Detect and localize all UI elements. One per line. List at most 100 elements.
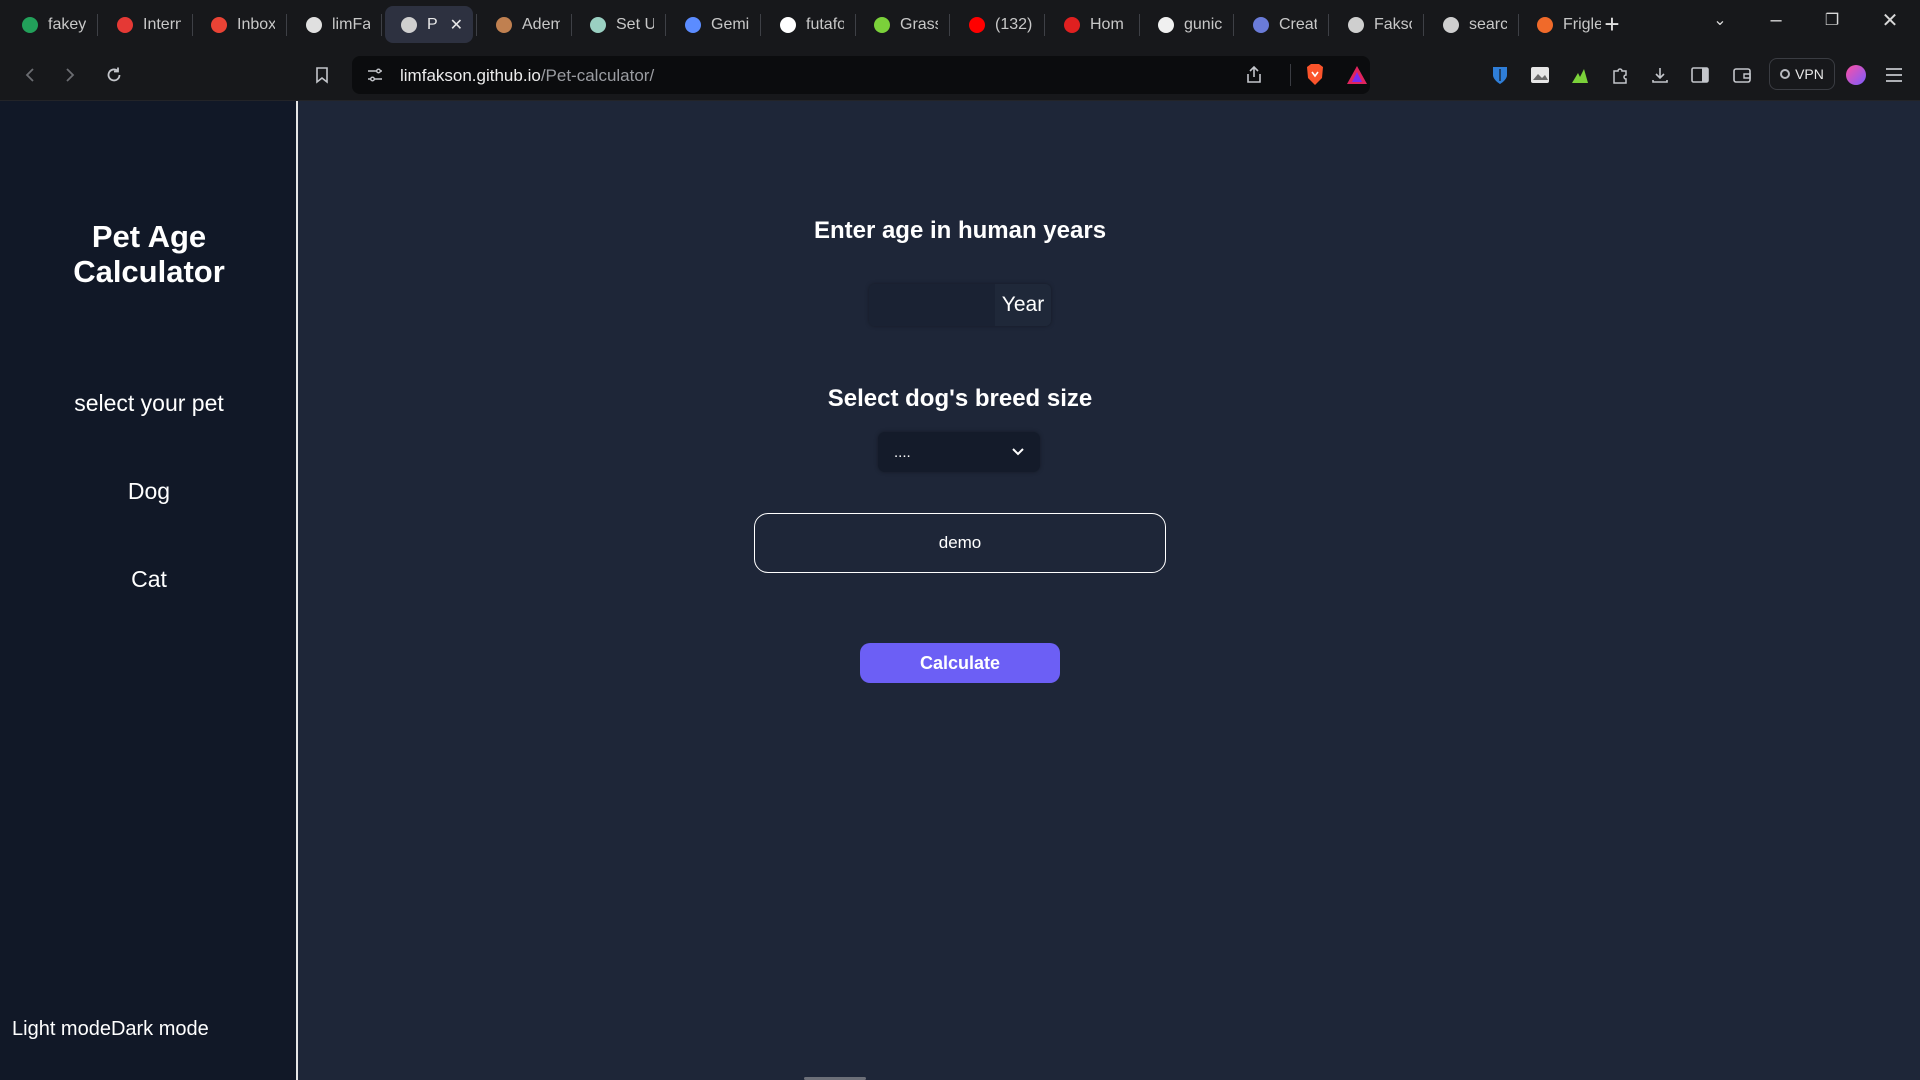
vpn-status-icon xyxy=(1780,69,1791,79)
age-heading: Enter age in human years xyxy=(813,217,1107,244)
tab-label: Gemi xyxy=(711,15,749,33)
tab-separator xyxy=(949,14,950,36)
tab-label: Hom xyxy=(1090,15,1124,33)
browser-tab[interactable]: Gemi xyxy=(669,6,757,43)
extensions-puzzle-icon[interactable] xyxy=(1606,61,1634,89)
breed-selected-value: .... xyxy=(894,443,911,461)
tab-separator xyxy=(855,14,856,36)
browser-tab[interactable]: futafo xyxy=(764,6,852,43)
new-tab-button[interactable]: + xyxy=(1598,9,1626,39)
avatar-icon xyxy=(1253,16,1269,33)
app-title-line1: Pet Age xyxy=(91,219,207,254)
tab-label: Set U xyxy=(616,15,654,33)
downloads-icon[interactable] xyxy=(1646,61,1674,89)
tab-separator xyxy=(97,14,98,36)
tab-list-dropdown-icon[interactable]: ⌄ xyxy=(1692,0,1748,40)
reload-button[interactable] xyxy=(100,61,128,89)
browser-tab[interactable]: Inbox xyxy=(195,6,283,43)
tab-separator xyxy=(1233,14,1234,36)
browser-tab[interactable]: Grass xyxy=(858,6,946,43)
tab-close-icon[interactable]: ✕ xyxy=(450,15,463,35)
tab-separator xyxy=(1044,14,1045,36)
app-title-line2: Calculator xyxy=(73,254,225,289)
browser-tab-strip: fakeyInternInboxlimFalP✕AdemSet UGemifut… xyxy=(0,0,1920,49)
forward-button[interactable] xyxy=(56,61,84,89)
brave-shields-icon[interactable] xyxy=(1304,63,1326,92)
red-arc-icon xyxy=(117,16,133,33)
grass-icon xyxy=(874,16,890,33)
tab-label: searc xyxy=(1469,15,1507,33)
web-page: Pet Age Calculator select your pet Dog C… xyxy=(0,101,1920,1080)
bitwarden-extension-icon[interactable] xyxy=(1486,61,1514,89)
site-settings-icon[interactable] xyxy=(366,66,384,89)
tab-separator xyxy=(192,14,193,36)
green-circle-f-icon xyxy=(22,16,38,33)
age-unit-label: Year xyxy=(995,284,1051,326)
sidebar: Pet Age Calculator select your pet Dog C… xyxy=(0,101,298,1080)
triangle-icon xyxy=(780,16,796,33)
tab-label: Creat xyxy=(1279,15,1317,33)
browser-tab[interactable]: P ✕ xyxy=(385,6,473,43)
bookmark-button[interactable] xyxy=(308,61,336,89)
vpn-label: VPN xyxy=(1795,66,1824,82)
hexagon-icon xyxy=(1158,16,1174,33)
tab-separator xyxy=(665,14,666,36)
browser-tab[interactable]: Creat xyxy=(1237,6,1325,43)
url-text: limfakson.github.io/Pet-calculator/ xyxy=(400,66,654,86)
browser-tab[interactable]: Adem xyxy=(480,6,568,43)
url-divider xyxy=(1290,64,1291,86)
profile-avatar-icon[interactable] xyxy=(1842,61,1870,89)
tab-label: P xyxy=(427,15,438,33)
browser-tab[interactable]: Frigle xyxy=(1521,6,1609,43)
restore-button[interactable]: ❐ xyxy=(1804,0,1860,40)
address-bar[interactable]: limfakson.github.io/Pet-calculator/ xyxy=(352,56,1370,94)
browser-tab[interactable]: (132) xyxy=(953,6,1041,43)
tab-separator xyxy=(1328,14,1329,36)
tab-separator xyxy=(286,14,287,36)
url-path: /Pet-calculator/ xyxy=(540,66,655,85)
share-icon[interactable] xyxy=(1244,65,1264,90)
calculate-button[interactable]: Calculate xyxy=(860,643,1060,683)
browser-tab[interactable]: limFal xyxy=(290,6,378,43)
bookmark-icon xyxy=(316,67,328,84)
app-title: Pet Age Calculator xyxy=(0,219,298,289)
chevron-down-icon xyxy=(1012,448,1024,456)
browser-tab[interactable]: Fakso xyxy=(1332,6,1420,43)
sidebar-toggle-icon[interactable] xyxy=(1686,61,1714,89)
tab-label: limFal xyxy=(332,15,370,33)
result-display: demo xyxy=(754,513,1166,573)
vpn-button[interactable]: VPN xyxy=(1769,58,1835,90)
globe-icon xyxy=(1348,16,1364,33)
browser-tab[interactable]: Hom xyxy=(1048,6,1136,43)
f-logo-icon xyxy=(1537,16,1553,33)
tab-label: Inbox xyxy=(237,15,275,33)
breed-size-select[interactable]: .... xyxy=(878,432,1040,472)
minimize-button[interactable]: – xyxy=(1748,0,1804,40)
back-arrow-icon xyxy=(25,68,34,82)
browser-tab[interactable]: searc xyxy=(1427,6,1515,43)
pet-option-cat[interactable]: Cat xyxy=(0,566,298,593)
tab-label: Grass xyxy=(900,15,938,33)
browser-tab[interactable]: Set U xyxy=(574,6,662,43)
calculator-main: Enter age in human years Year Select dog… xyxy=(300,101,1920,1080)
select-pet-label: select your pet xyxy=(74,390,224,416)
tab-label: Adem xyxy=(522,15,560,33)
pet-option-dog[interactable]: Dog xyxy=(0,478,298,505)
back-button[interactable] xyxy=(16,61,44,89)
image-extension-icon[interactable] xyxy=(1526,61,1554,89)
browser-tab[interactable]: Intern xyxy=(101,6,189,43)
wallet-icon[interactable] xyxy=(1728,61,1756,89)
close-window-button[interactable]: ✕ xyxy=(1862,0,1918,40)
youtube-icon xyxy=(969,16,985,33)
theme-mode-toggle[interactable]: Light modeDark mode xyxy=(12,1018,209,1041)
menu-hamburger-icon[interactable] xyxy=(1880,61,1908,89)
reload-icon xyxy=(107,67,121,82)
age-input[interactable] xyxy=(869,284,995,326)
grass-extension-icon[interactable] xyxy=(1566,61,1594,89)
tab-label: (132) xyxy=(995,15,1033,33)
browser-tab[interactable]: gunic xyxy=(1142,6,1230,43)
tab-separator xyxy=(1423,14,1424,36)
breed-heading: Select dog's breed size xyxy=(827,385,1093,412)
browser-tab[interactable]: fakey xyxy=(6,6,94,43)
brave-rewards-icon[interactable] xyxy=(1346,65,1368,90)
